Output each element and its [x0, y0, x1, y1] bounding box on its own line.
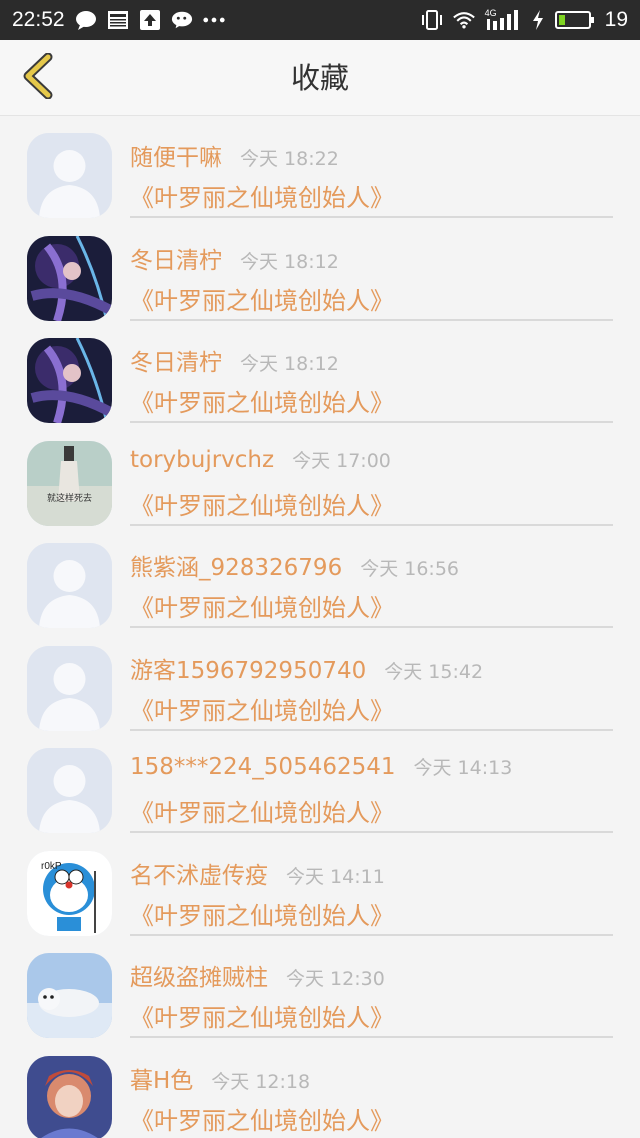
book-title[interactable]: 《叶罗丽之仙境创始人》	[130, 178, 394, 213]
list-item[interactable]: 暮H色 今天 12:18 《叶罗丽之仙境创始人》	[0, 1039, 640, 1138]
avatar[interactable]	[27, 543, 112, 628]
timestamp: 今天 18:12	[240, 353, 339, 375]
list-item[interactable]: 冬日清柠 今天 18:12 《叶罗丽之仙境创始人》	[0, 321, 640, 424]
list-item[interactable]: 就这样死去 torybujrvchz 今天 17:00 《叶罗丽之仙境创始人》	[0, 424, 640, 527]
wifi-icon	[452, 10, 475, 30]
timestamp: 今天 18:22	[240, 148, 339, 170]
charging-icon	[531, 10, 545, 30]
user-name[interactable]: 名不沭虚传疫	[130, 856, 268, 890]
book-title[interactable]: 《叶罗丽之仙境创始人》	[130, 281, 394, 316]
avatar-caption: r0kP	[41, 861, 62, 872]
timestamp: 今天 12:18	[211, 1070, 311, 1093]
user-name[interactable]: 游客1596792950740	[130, 651, 366, 685]
nav-header: 收藏	[0, 40, 640, 116]
more-dots-icon	[202, 10, 225, 30]
avatar[interactable]	[27, 748, 112, 833]
avatar[interactable]: 就这样死去	[27, 440, 112, 526]
timestamp: 今天 12:30	[286, 968, 385, 990]
chat-bubble-icon	[75, 10, 97, 30]
avatar[interactable]	[27, 133, 112, 218]
wechat-icon	[171, 10, 193, 30]
battery-icon	[554, 10, 595, 30]
book-title[interactable]: 《叶罗丽之仙境创始人》	[130, 486, 394, 521]
book-title[interactable]: 《叶罗丽之仙境创始人》	[130, 691, 394, 726]
list-item[interactable]: r0kP 名不沭虚传疫 今天 14:11 《叶罗丽之仙境创始人》	[0, 834, 640, 937]
timestamp: 今天 18:12	[240, 250, 339, 273]
timestamp: 今天 14:13	[413, 757, 513, 779]
list-item[interactable]: 随便干嘛 今天 18:22 《叶罗丽之仙境创始人》	[0, 116, 640, 219]
chevron-left-icon	[20, 52, 54, 103]
user-name[interactable]: 熊紫涵_928326796	[130, 548, 342, 582]
user-name[interactable]: 超级盗摊贼柱	[130, 958, 268, 992]
user-name[interactable]: 冬日清柠	[130, 241, 222, 275]
book-title[interactable]: 《叶罗丽之仙境创始人》	[130, 383, 394, 418]
avatar[interactable]	[27, 235, 112, 321]
list-item[interactable]: 超级盗摊贼柱 今天 12:30 《叶罗丽之仙境创始人》	[0, 936, 640, 1039]
network-type-label: 4G	[484, 8, 497, 18]
book-title[interactable]: 《叶罗丽之仙境创始人》	[130, 1101, 394, 1136]
avatar[interactable]	[27, 338, 112, 423]
timestamp: 今天 15:42	[384, 660, 484, 683]
timestamp: 今天 16:56	[360, 558, 459, 580]
timestamp: 今天 14:11	[286, 865, 385, 888]
back-button[interactable]	[12, 52, 62, 104]
book-title[interactable]: 《叶罗丽之仙境创始人》	[130, 793, 394, 828]
avatar-caption: 就这样死去	[47, 492, 92, 504]
signal-icon: 4G	[484, 8, 521, 30]
user-name[interactable]: 158***224_505462541	[130, 754, 396, 780]
avatar[interactable]: r0kP	[27, 850, 112, 936]
list-item[interactable]: 游客1596792950740 今天 15:42 《叶罗丽之仙境创始人》	[0, 629, 640, 732]
upload-icon	[139, 10, 161, 30]
list-item[interactable]: 熊紫涵_928326796 今天 16:56 《叶罗丽之仙境创始人》	[0, 526, 640, 629]
page-title: 收藏	[290, 61, 349, 95]
timestamp: 今天 17:00	[292, 449, 391, 472]
avatar[interactable]	[27, 953, 112, 1038]
avatar[interactable]	[27, 1055, 112, 1138]
status-bar: 22:52 4G 19	[0, 0, 640, 40]
book-title[interactable]: 《叶罗丽之仙境创始人》	[130, 998, 394, 1033]
vibrate-icon	[421, 10, 443, 30]
battery-percent: 19	[604, 8, 628, 31]
list-item[interactable]: 158***224_505462541 今天 14:13 《叶罗丽之仙境创始人》	[0, 731, 640, 834]
book-title[interactable]: 《叶罗丽之仙境创始人》	[130, 588, 394, 623]
user-name[interactable]: torybujrvchz	[130, 447, 274, 473]
status-time: 22:52	[12, 8, 65, 31]
favorites-list: 随便干嘛 今天 18:22 《叶罗丽之仙境创始人》 冬日清柠 今天 18:12 《叶…	[0, 116, 640, 1138]
book-title[interactable]: 《叶罗丽之仙境创始人》	[130, 896, 394, 931]
user-name[interactable]: 随便干嘛	[130, 138, 222, 172]
list-item[interactable]: 冬日清柠 今天 18:12 《叶罗丽之仙境创始人》	[0, 219, 640, 322]
avatar[interactable]	[27, 645, 112, 731]
user-name[interactable]: 冬日清柠	[130, 343, 222, 377]
news-icon	[107, 10, 129, 30]
user-name[interactable]: 暮H色	[130, 1061, 193, 1095]
